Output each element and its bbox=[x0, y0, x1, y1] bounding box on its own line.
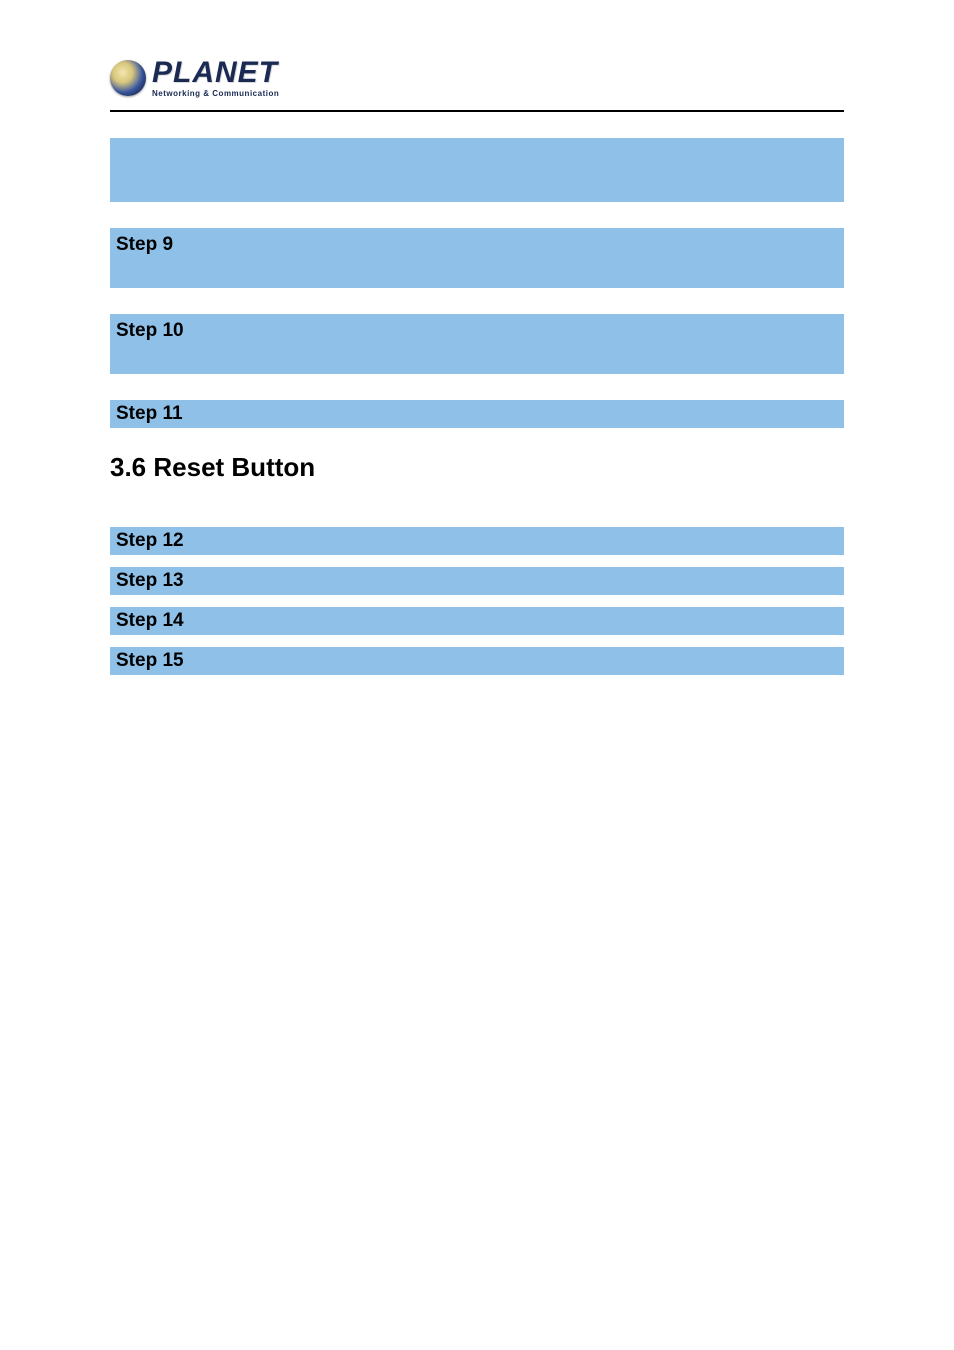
step-9-band: Step 9 bbox=[110, 228, 844, 288]
document-page: PLANET Networking & Communication Step 9… bbox=[0, 0, 954, 1350]
section-heading: 3.6 Reset Button bbox=[110, 452, 844, 483]
step-label: Step 12 bbox=[116, 530, 184, 552]
step-label: Step 13 bbox=[116, 570, 184, 592]
brand-word: PLANET bbox=[152, 58, 279, 88]
brand-tagline: Networking & Communication bbox=[152, 90, 279, 98]
header-divider bbox=[110, 110, 844, 112]
step-label: Step 10 bbox=[116, 320, 184, 342]
step-label: Step 14 bbox=[116, 610, 184, 632]
step-14-band: Step 14 bbox=[110, 607, 844, 635]
step-12-band: Step 12 bbox=[110, 527, 844, 555]
step-11-band: Step 11 bbox=[110, 400, 844, 428]
brand-logo: PLANET Networking & Communication bbox=[110, 58, 844, 98]
step-10-band: Step 10 bbox=[110, 314, 844, 374]
step-label: Step 11 bbox=[116, 403, 183, 425]
step-label: Step 9 bbox=[116, 234, 173, 256]
step-15-band: Step 15 bbox=[110, 647, 844, 675]
globe-icon bbox=[110, 60, 146, 96]
step-13-band: Step 13 bbox=[110, 567, 844, 595]
blank-band bbox=[110, 138, 844, 202]
brand-text: PLANET Networking & Communication bbox=[152, 58, 279, 98]
step-label: Step 15 bbox=[116, 650, 184, 672]
